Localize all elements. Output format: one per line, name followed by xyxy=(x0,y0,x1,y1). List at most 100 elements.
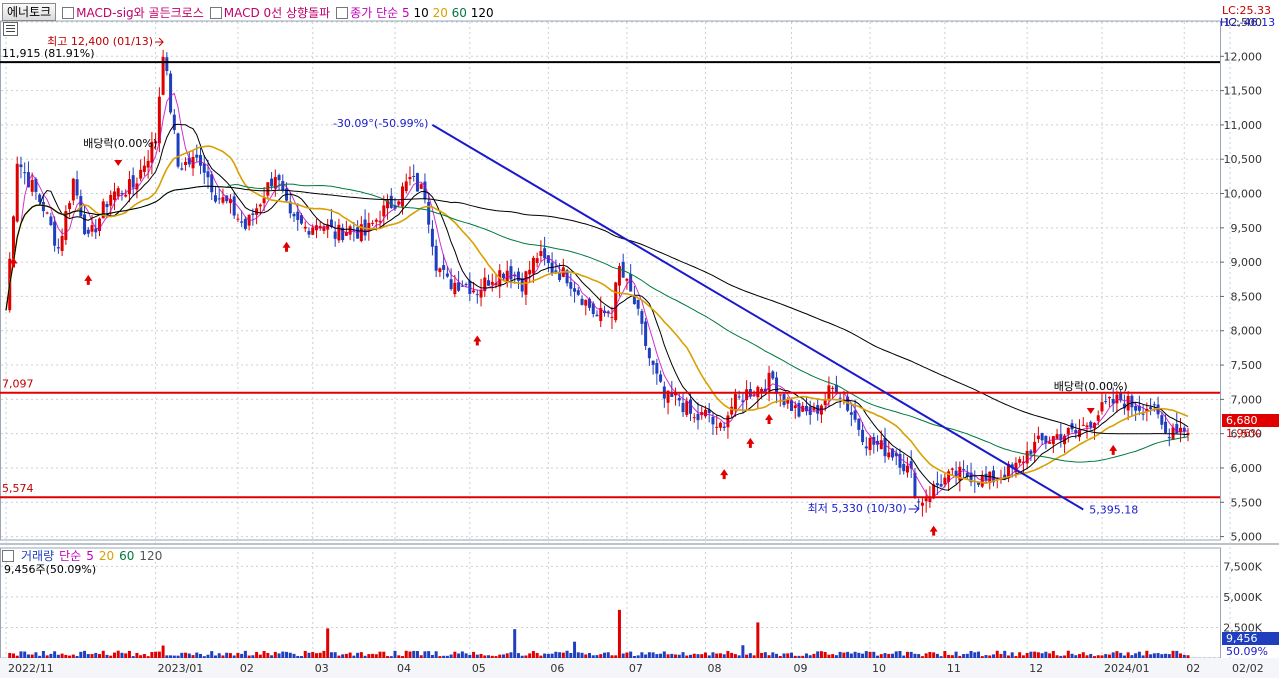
candle-body xyxy=(487,280,491,286)
volume-bar xyxy=(19,651,23,658)
volume-bar xyxy=(445,655,449,658)
volume-bar xyxy=(1179,653,1183,658)
candle-body xyxy=(434,245,438,271)
volume-bar xyxy=(1081,652,1085,658)
volume-bar xyxy=(1003,650,1007,658)
volume-pct-label: 50.09% xyxy=(1226,645,1268,658)
volume-bar xyxy=(1107,654,1111,658)
volume-bar xyxy=(292,653,296,658)
volume-bar xyxy=(857,652,861,658)
candle-body xyxy=(857,418,861,430)
volume-bar xyxy=(217,653,221,658)
volume-bar xyxy=(1074,655,1078,658)
candle-body xyxy=(348,226,352,235)
volume-bar xyxy=(943,651,947,658)
indicator-macd-zero[interactable]: MACD 0선 상향돌파 xyxy=(209,4,330,21)
volume-bar xyxy=(1036,652,1040,658)
volume-bar xyxy=(718,653,722,658)
x-tick-label: 10 xyxy=(872,662,886,675)
checkbox-icon[interactable] xyxy=(336,7,349,19)
checkbox-icon[interactable] xyxy=(62,7,75,19)
volume-bar xyxy=(775,653,779,658)
indicator-macd-golden[interactable]: MACD-sig와 골든크로스 xyxy=(62,4,204,21)
checkbox-icon[interactable] xyxy=(209,7,222,19)
candle-body xyxy=(210,174,214,193)
volume-tick-label: 5,000K xyxy=(1223,591,1262,604)
stock-name-button[interactable]: 에너토크 xyxy=(2,3,57,21)
volume-bar xyxy=(356,652,360,658)
volume-bar xyxy=(232,655,236,658)
candle-body xyxy=(1182,427,1186,432)
volume-bar xyxy=(617,609,621,658)
volume-bar xyxy=(1055,655,1059,658)
volume-bar xyxy=(550,653,554,658)
volume-bar xyxy=(270,655,274,658)
volume-bar xyxy=(969,650,973,658)
volume-bar xyxy=(782,653,786,658)
ma-20-label: 20 xyxy=(432,5,448,20)
volume-bar xyxy=(1145,650,1149,658)
volume-bar xyxy=(1149,654,1153,658)
volume-bar xyxy=(1152,653,1156,658)
candle-body xyxy=(1036,435,1040,440)
candle-body xyxy=(449,279,453,290)
candle-body xyxy=(696,413,700,421)
volume-bar xyxy=(834,655,838,658)
volume-bar xyxy=(558,652,562,658)
volume-bar xyxy=(225,652,229,658)
volume-bar xyxy=(546,653,550,658)
current-volume-label: 9,456 xyxy=(1226,632,1258,645)
volume-bar xyxy=(935,653,939,658)
price-tick-label: 7,500 xyxy=(1231,359,1263,372)
price-tick-label: 5,500 xyxy=(1231,496,1263,509)
volume-bar xyxy=(404,650,408,658)
volume-bar xyxy=(602,652,606,658)
volume-bar xyxy=(700,654,704,658)
level-label: 11,915 (81.91%) xyxy=(2,47,95,60)
volume-bar xyxy=(142,654,146,658)
candle-body xyxy=(240,221,244,223)
volume-bar xyxy=(1104,654,1108,658)
volume-bar xyxy=(427,651,431,658)
chart-menu-icon[interactable] xyxy=(3,22,18,36)
volume-bar xyxy=(621,653,625,658)
volume-bar xyxy=(374,654,378,658)
candle-body xyxy=(595,314,599,317)
candle-body xyxy=(1096,415,1100,421)
volume-bar xyxy=(606,652,610,658)
price-tick-label: 8,500 xyxy=(1231,290,1263,303)
volume-bar xyxy=(1010,652,1014,658)
volume-bar xyxy=(400,656,404,658)
volume-bar xyxy=(1175,650,1179,658)
candle-body xyxy=(838,397,842,399)
volume-bar xyxy=(1130,655,1134,658)
volume-bar xyxy=(333,652,337,658)
volume-bar xyxy=(793,655,797,658)
volume-bar xyxy=(26,654,30,658)
volume-bar xyxy=(397,655,401,658)
dividend-label: 배당락(0.00%) xyxy=(83,137,157,150)
candle-body xyxy=(786,399,790,404)
volume-bar xyxy=(629,651,633,658)
candle-body xyxy=(887,452,891,458)
stock-chart[interactable]: 5,0005,5006,0006,5007,0007,5008,0008,500… xyxy=(0,0,1279,678)
ma-legend[interactable]: 종가 단순 5 10 20 60 120 xyxy=(336,4,494,21)
volume-bar xyxy=(823,651,827,658)
volume-bar xyxy=(228,653,232,658)
candle-body xyxy=(270,178,274,187)
candle-body xyxy=(142,165,146,172)
candle-body xyxy=(457,282,461,291)
volume-bar xyxy=(509,652,513,658)
candle-body xyxy=(726,415,730,428)
checkbox-icon[interactable] xyxy=(2,549,14,562)
candle-body xyxy=(610,316,614,318)
volume-bar xyxy=(771,652,775,658)
volume-bar xyxy=(1033,651,1037,658)
candle-body xyxy=(689,399,693,414)
volume-bar xyxy=(920,656,924,658)
candle-body xyxy=(883,438,887,457)
volume-bar xyxy=(950,655,954,658)
price-tick-label: 10,000 xyxy=(1224,188,1263,201)
volume-bar xyxy=(599,654,603,658)
volume-bar xyxy=(722,654,726,658)
